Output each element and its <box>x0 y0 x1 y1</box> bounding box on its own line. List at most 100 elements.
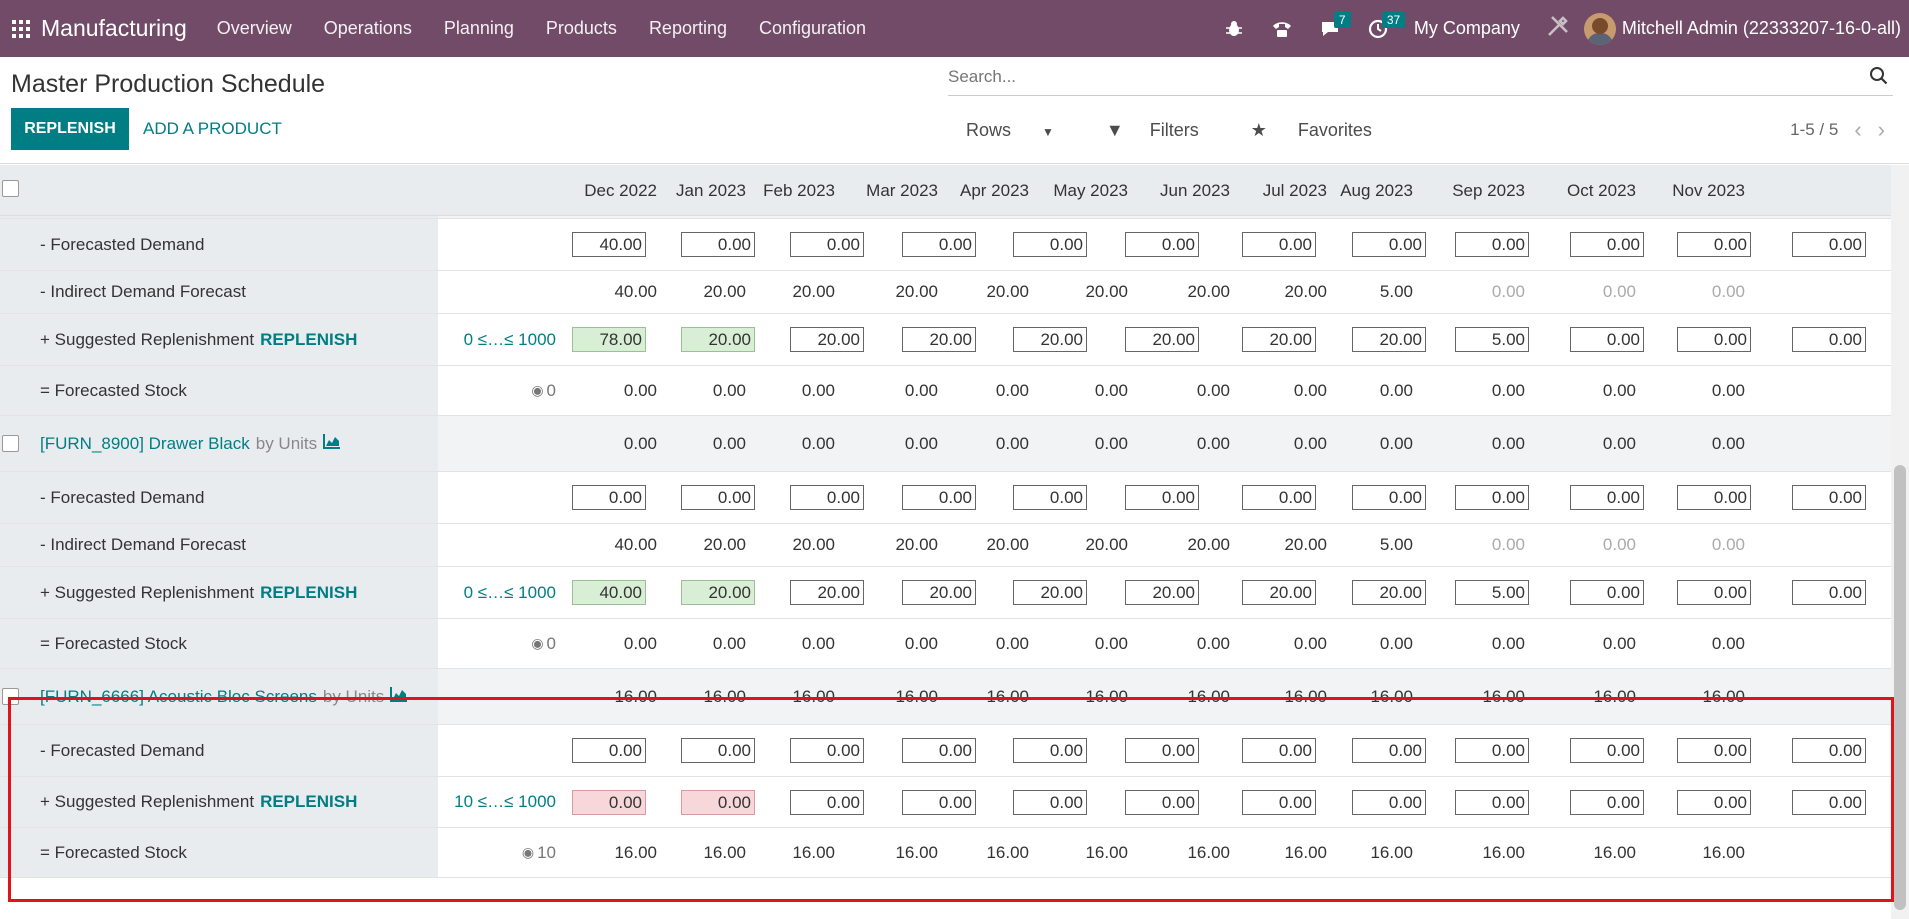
rows-dropdown[interactable]: Rows ▼ <box>966 120 1080 141</box>
safety-stock-range[interactable]: 10 ≤…≤ 1000 <box>440 777 556 827</box>
replenishment-input[interactable]: 0.00 <box>572 789 646 815</box>
add-product-button[interactable]: ADD A PRODUCT <box>143 119 282 139</box>
forecast-input[interactable]: 0.00 <box>1352 738 1426 763</box>
scrollbar[interactable] <box>1891 165 1909 919</box>
menu-overview[interactable]: Overview <box>201 18 308 39</box>
select-all-checkbox[interactable] <box>2 180 19 197</box>
replenishment-input[interactable]: 0.00 <box>1455 789 1529 815</box>
replenishment-input[interactable]: 0.00 <box>1352 789 1426 815</box>
company-switcher[interactable]: My Company <box>1414 18 1520 39</box>
forecast-input[interactable]: 0.00 <box>790 738 864 763</box>
forecast-input[interactable]: 0.00 <box>790 232 864 257</box>
replenishment-input[interactable]: 5.00 <box>1455 327 1529 352</box>
menu-reporting[interactable]: Reporting <box>633 18 743 39</box>
replenishment-input[interactable]: 20.00 <box>790 580 864 605</box>
replenishment-input[interactable]: 0.00 <box>1125 789 1199 815</box>
phone-icon[interactable] <box>1258 0 1306 57</box>
forecast-input[interactable]: 0.00 <box>1125 738 1199 763</box>
safety-target[interactable]: ◉ 0 <box>440 619 556 668</box>
replenishment-input[interactable]: 20.00 <box>790 327 864 352</box>
replenishment-input[interactable]: 0.00 <box>1570 580 1644 605</box>
replenish-link[interactable]: REPLENISH <box>260 330 357 350</box>
forecast-input[interactable]: 0.00 <box>1677 232 1751 257</box>
replenishment-input[interactable]: 20.00 <box>902 580 976 605</box>
pager-previous-icon[interactable]: ‹ <box>1854 119 1861 141</box>
replenishment-input[interactable]: 0.00 <box>1242 789 1316 815</box>
forecast-input[interactable]: 0.00 <box>1570 232 1644 257</box>
safety-stock-range[interactable]: 0 ≤…≤ 1000 <box>440 567 556 618</box>
activities-clock-icon[interactable]: 37 <box>1354 0 1406 57</box>
filters-dropdown[interactable]: ▼ Filters <box>1106 120 1225 141</box>
replenishment-input[interactable]: 0.00 <box>1570 789 1644 815</box>
replenishment-input[interactable]: 20.00 <box>681 580 755 605</box>
app-name[interactable]: Manufacturing <box>41 15 187 42</box>
forecast-input[interactable]: 0.00 <box>1792 485 1866 510</box>
forecast-input[interactable]: 0.00 <box>681 485 755 510</box>
favorites-dropdown[interactable]: ★ Favorites <box>1251 120 1398 141</box>
menu-products[interactable]: Products <box>530 18 633 39</box>
user-avatar[interactable] <box>1583 12 1616 45</box>
forecast-input[interactable]: 40.00 <box>572 232 646 257</box>
replenishment-input[interactable]: 0.00 <box>1792 580 1866 605</box>
pager-value[interactable]: 1-5 / 5 <box>1790 120 1838 140</box>
forecast-input[interactable]: 0.00 <box>1242 232 1316 257</box>
menu-operations[interactable]: Operations <box>308 18 428 39</box>
replenishment-input[interactable]: 0.00 <box>1792 327 1866 352</box>
product-name[interactable]: [FURN_6666] Acoustic Bloc Screens <box>40 687 317 707</box>
forecast-input[interactable]: 0.00 <box>1677 485 1751 510</box>
forecast-input[interactable]: 0.00 <box>1677 738 1751 763</box>
replenishment-input[interactable]: 20.00 <box>1125 327 1199 352</box>
forecast-input[interactable]: 0.00 <box>1352 485 1426 510</box>
replenishment-input[interactable]: 20.00 <box>681 327 755 352</box>
forecast-input[interactable]: 0.00 <box>902 232 976 257</box>
product-name[interactable]: [FURN_8900] Drawer Black <box>40 434 250 454</box>
forecast-input[interactable]: 0.00 <box>902 738 976 763</box>
forecast-input[interactable]: 0.00 <box>1455 485 1529 510</box>
safety-target[interactable]: ◉ 10 <box>440 828 556 877</box>
replenish-button[interactable]: REPLENISH <box>11 108 129 150</box>
forecast-input[interactable]: 0.00 <box>681 738 755 763</box>
scrollbar-thumb[interactable] <box>1894 465 1906 910</box>
forecast-input[interactable]: 0.00 <box>1455 232 1529 257</box>
debug-bug-icon[interactable] <box>1210 0 1258 57</box>
replenishment-input[interactable]: 0.00 <box>1677 327 1751 352</box>
search-input[interactable] <box>948 62 1848 92</box>
row-checkbox[interactable] <box>2 435 19 452</box>
replenishment-input[interactable]: 0.00 <box>1677 580 1751 605</box>
forecast-input[interactable]: 0.00 <box>1352 232 1426 257</box>
forecast-input[interactable]: 0.00 <box>1125 232 1199 257</box>
apps-menu-icon[interactable] <box>6 19 36 38</box>
replenishment-input[interactable]: 0.00 <box>790 789 864 815</box>
safety-target[interactable]: ◉ 0 <box>440 366 556 415</box>
pager-next-icon[interactable]: › <box>1878 119 1885 141</box>
forecast-input[interactable]: 0.00 <box>572 738 646 763</box>
forecast-input[interactable]: 0.00 <box>790 485 864 510</box>
forecast-input[interactable]: 0.00 <box>1242 485 1316 510</box>
forecast-input[interactable]: 0.00 <box>681 232 755 257</box>
settings-tools-icon[interactable] <box>1546 14 1570 43</box>
replenishment-input[interactable]: 20.00 <box>1352 327 1426 352</box>
search-icon[interactable] <box>1869 66 1889 91</box>
replenishment-input[interactable]: 0.00 <box>681 789 755 815</box>
replenishment-input[interactable]: 20.00 <box>1125 580 1199 605</box>
forecast-input[interactable]: 0.00 <box>1455 738 1529 763</box>
replenishment-input[interactable]: 78.00 <box>572 327 646 352</box>
replenishment-input[interactable]: 20.00 <box>1013 327 1087 352</box>
forecast-input[interactable]: 0.00 <box>572 485 646 510</box>
forecast-input[interactable]: 0.00 <box>1570 485 1644 510</box>
replenish-link[interactable]: REPLENISH <box>260 583 357 603</box>
forecast-input[interactable]: 0.00 <box>902 485 976 510</box>
replenishment-input[interactable]: 20.00 <box>1352 580 1426 605</box>
forecast-input[interactable]: 0.00 <box>1792 738 1866 763</box>
replenishment-input[interactable]: 20.00 <box>1242 327 1316 352</box>
menu-configuration[interactable]: Configuration <box>743 18 882 39</box>
user-menu[interactable]: Mitchell Admin (22333207-16-0-all) <box>1622 18 1901 39</box>
area-chart-icon[interactable] <box>390 686 408 707</box>
area-chart-icon[interactable] <box>323 433 341 454</box>
menu-planning[interactable]: Planning <box>428 18 530 39</box>
row-checkbox[interactable] <box>2 688 19 705</box>
messages-icon[interactable]: 7 <box>1306 0 1354 57</box>
replenish-link[interactable]: REPLENISH <box>260 792 357 812</box>
replenishment-input[interactable]: 5.00 <box>1455 580 1529 605</box>
forecast-input[interactable]: 0.00 <box>1792 232 1866 257</box>
